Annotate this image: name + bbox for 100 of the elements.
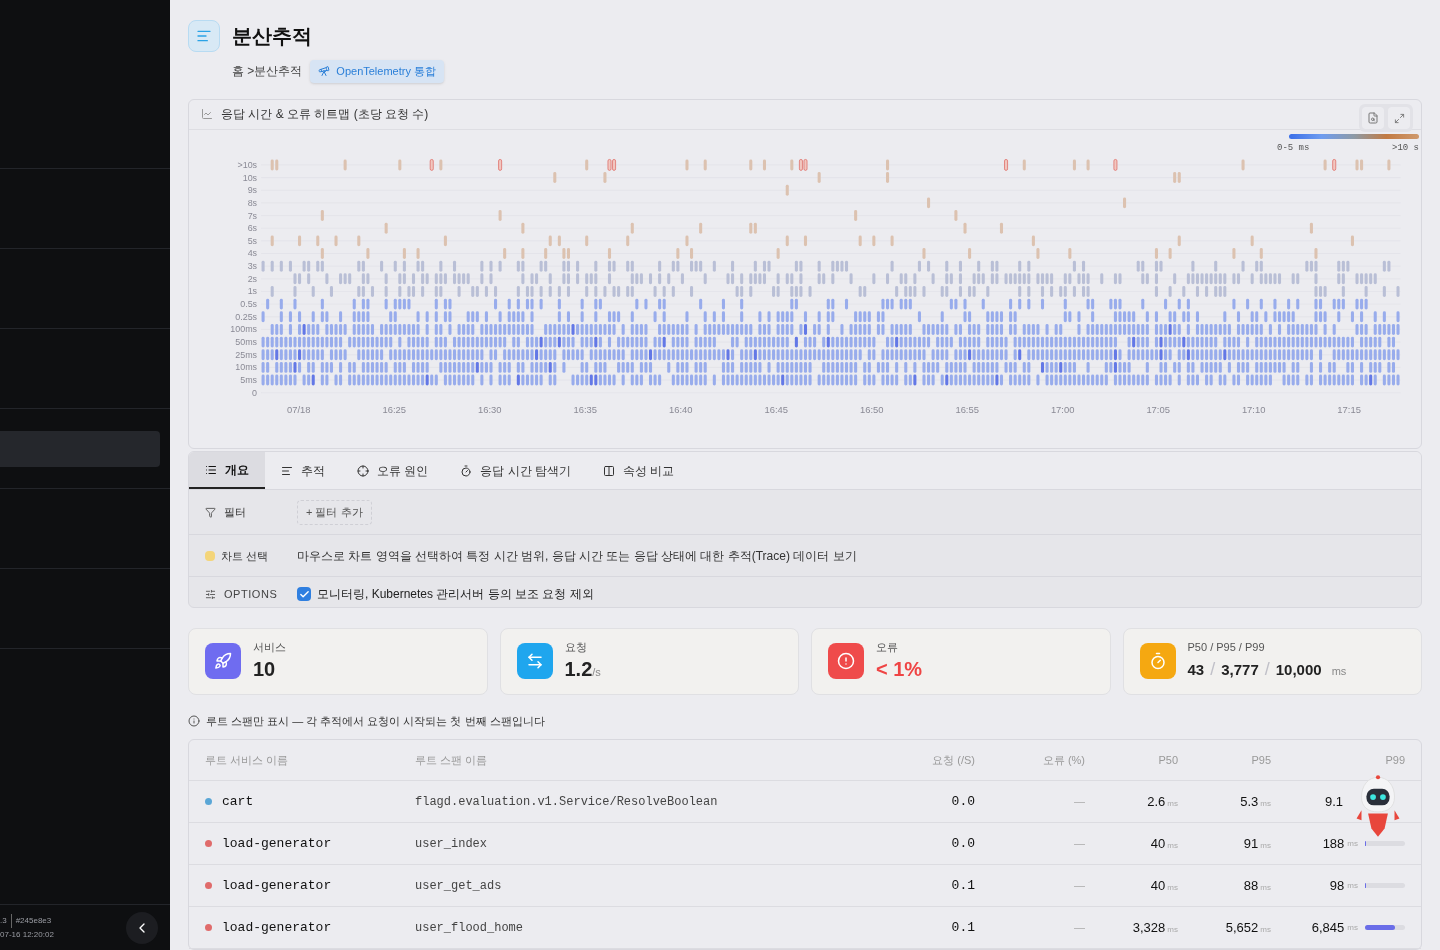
info-icon <box>188 714 200 727</box>
panel-title: 응답 시간 & 오류 히트맵 (초당 요청 수) <box>221 106 429 123</box>
inspect-button[interactable] <box>1362 107 1384 129</box>
latency-value: 2.6 <box>1147 792 1166 811</box>
y-axis-label: 50ms <box>235 337 258 348</box>
tracing-icon <box>188 20 220 52</box>
latency-value: 91 <box>1243 834 1259 853</box>
column-header: 오류 (%) <box>1041 752 1085 768</box>
requests-cell-text: 0.0 <box>950 792 975 811</box>
y-axis-label: 0 <box>252 387 258 398</box>
tab[interactable]: 응답 시간 탐색기 <box>444 452 587 490</box>
add-filter-button[interactable]: + 필터 추가 <box>297 500 372 525</box>
checkbox-label: 모니터링, Kubernetes 관리서버 등의 보조 요청 제외 <box>317 586 594 604</box>
tab[interactable]: 오류 원인 <box>341 452 445 490</box>
tab[interactable]: 개요 <box>189 452 265 490</box>
latency-value: 5.3 <box>1240 792 1259 811</box>
chart-select-hint: 마우스로 차트 영역을 선택하여 특정 시간 범위, 응답 시간 또는 응답 상태에 대한 추적(Trace) 데이터 보기 <box>297 547 857 565</box>
stat-unit: /s <box>592 666 601 681</box>
crosshair-icon <box>357 464 369 477</box>
y-axis-label: 4s <box>247 248 258 259</box>
stat-label: 서비스 <box>253 639 286 655</box>
legend-max: >10 s <box>1392 141 1419 155</box>
y-axis-label: 10ms <box>235 362 258 373</box>
arrows-icon <box>516 643 553 679</box>
filter-label: 필터 <box>224 505 246 521</box>
rocket-icon <box>205 643 241 679</box>
y-axis-label: 0.5s <box>240 299 258 310</box>
y-axis-label: 5ms <box>240 375 258 386</box>
column-header: P50 <box>1157 752 1178 768</box>
x-axis-label: 17:05 <box>1146 403 1170 415</box>
errors-cell-text: — <box>1073 794 1085 810</box>
x-axis-label: 07/18 <box>287 403 311 415</box>
column-header: 루트 서비스 이름 <box>205 752 290 768</box>
x-axis-label: 17:10 <box>1241 403 1266 415</box>
tab[interactable]: 추적 <box>265 452 341 490</box>
latency-value: 188 <box>1322 834 1345 853</box>
span-name: flagd.evaluation.v1.Service/ResolveBoolean <box>415 793 719 811</box>
root-span-note: 루트 스팬만 표시 — 각 추적에서 요청이 시작되는 첫 번째 스팬입니다 <box>206 713 545 729</box>
span-name: user_get_ads <box>415 877 503 895</box>
stat-label: 요청 <box>564 639 588 655</box>
y-axis-label: 1s <box>247 286 258 297</box>
document-search-icon <box>1367 112 1379 124</box>
stat-value: 3,777 <box>1221 660 1259 681</box>
stat-value: 10 <box>253 657 276 683</box>
errors-cell-text: — <box>1073 836 1085 852</box>
stat-value: 10,000 <box>1275 660 1322 681</box>
x-axis-label: 16:55 <box>955 403 979 415</box>
y-axis-label: 2s <box>247 273 258 284</box>
latency-value: 88 <box>1243 876 1259 895</box>
y-axis-label: 25ms <box>235 349 258 360</box>
x-axis-label: 16:35 <box>573 403 597 415</box>
y-axis-label: 5s <box>247 235 258 246</box>
version-text: .3 <box>0 914 7 927</box>
column-header: P99 <box>1384 752 1405 768</box>
filter-icon <box>205 506 216 518</box>
selection-swatch <box>205 550 215 561</box>
requests-cell-text: 0.1 <box>950 876 975 895</box>
collapse-button[interactable] <box>126 911 158 944</box>
x-axis-label: 17:00 <box>1050 403 1075 415</box>
stat-value: < 1% <box>876 657 923 683</box>
service-name: load-generator <box>222 918 332 937</box>
column-header: 요청 (/S) <box>931 752 975 768</box>
y-axis-label: 0.25s <box>235 311 258 322</box>
legend-min: 0-5 ms <box>1277 141 1310 155</box>
stat-unit: ms <box>1331 664 1347 680</box>
y-axis-label: 8s <box>247 197 258 208</box>
alert-icon <box>828 643 864 679</box>
stat-label: 오류 <box>876 639 899 655</box>
column-header: 루트 스팬 이름 <box>415 752 489 768</box>
latency-value: 3,328 <box>1132 918 1166 937</box>
x-axis-label: 16:50 <box>859 403 884 415</box>
latency-value: 40 <box>1150 876 1166 895</box>
checkbox[interactable] <box>297 587 311 602</box>
list-icon <box>205 463 217 476</box>
chart-select-label: 차트 선택 <box>221 548 269 564</box>
expand-button[interactable] <box>1388 107 1410 129</box>
latency-value: 9.1 <box>1324 792 1343 811</box>
telescope-icon <box>318 65 331 78</box>
x-axis-label: 16:40 <box>668 403 693 415</box>
service-name: load-generator <box>222 834 332 853</box>
latency-value: 98 <box>1329 876 1345 895</box>
service-name: cart <box>222 792 254 811</box>
span-name: user_flood_home <box>415 919 525 937</box>
stat-value: 1.2 <box>564 657 593 683</box>
y-axis-label: 6s <box>247 223 258 234</box>
y-axis-label: 100ms <box>230 324 258 335</box>
service-name: load-generator <box>222 876 332 895</box>
latency-value: 40 <box>1150 834 1166 853</box>
y-axis-label: 7s <box>247 210 258 221</box>
stat-value: 43 <box>1187 660 1205 681</box>
errors-cell-text: — <box>1073 878 1085 894</box>
expand-icon <box>1393 112 1405 124</box>
line-chart-icon <box>201 108 213 120</box>
y-axis-label: >10s <box>237 159 258 170</box>
tab[interactable]: 속성 비교 <box>587 452 691 490</box>
errors-cell-text: — <box>1073 920 1085 936</box>
separator: / <box>1264 658 1270 682</box>
requests-cell-text: 0.0 <box>950 834 975 853</box>
x-axis-label: 16:25 <box>382 403 407 415</box>
y-axis-label: 9s <box>247 185 258 196</box>
